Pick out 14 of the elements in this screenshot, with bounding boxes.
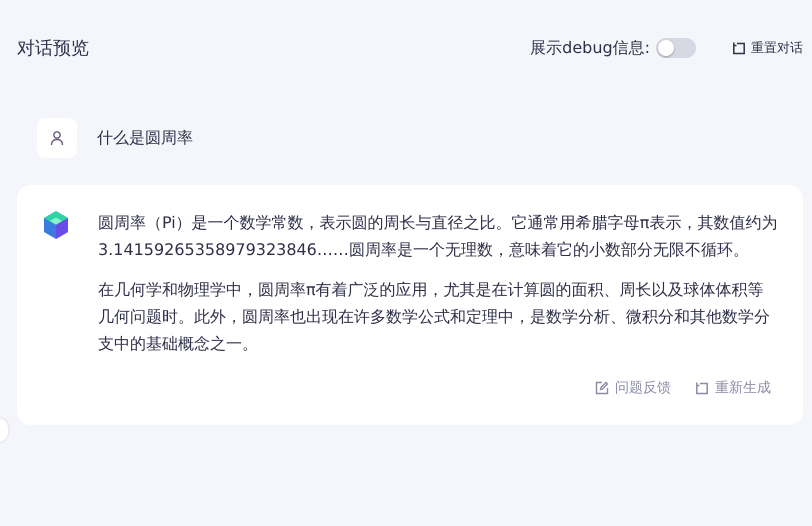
feedback-button[interactable]: 问题反馈 [595,379,671,397]
answer-paragraph: 在几何学和物理学中，圆周率π有着广泛的应用，尤其是在计算圆的面积、周长以及球体体积等几何问题时。此外，圆周率也出现在许多数学公式和定理中，是数学分析、微积分和其他数学分支中的基础概念之一。 [98,279,771,355]
user-avatar [37,118,77,158]
refresh-icon [695,381,709,395]
debug-label: 展示debug信息: [530,38,650,58]
edit-icon [595,381,609,395]
reset-button[interactable]: 重置对话 [732,39,803,57]
cube-icon [42,210,70,240]
question-text: 什么是圆周率 [97,128,194,148]
regenerate-button[interactable]: 重新生成 [695,379,771,397]
debug-toggle[interactable] [656,38,696,58]
refresh-icon [732,41,746,55]
answer-paragraph: 圆周率（Pi）是一个数学常数，表示圆的周长与直径之比。它通常用希腊字母π表示，其数值约为3.14159265358979323846……圆周率是一个无理数，意味着它的小数部分无限不循环。 [98,212,778,261]
page-title: 对话预览 [17,37,89,60]
